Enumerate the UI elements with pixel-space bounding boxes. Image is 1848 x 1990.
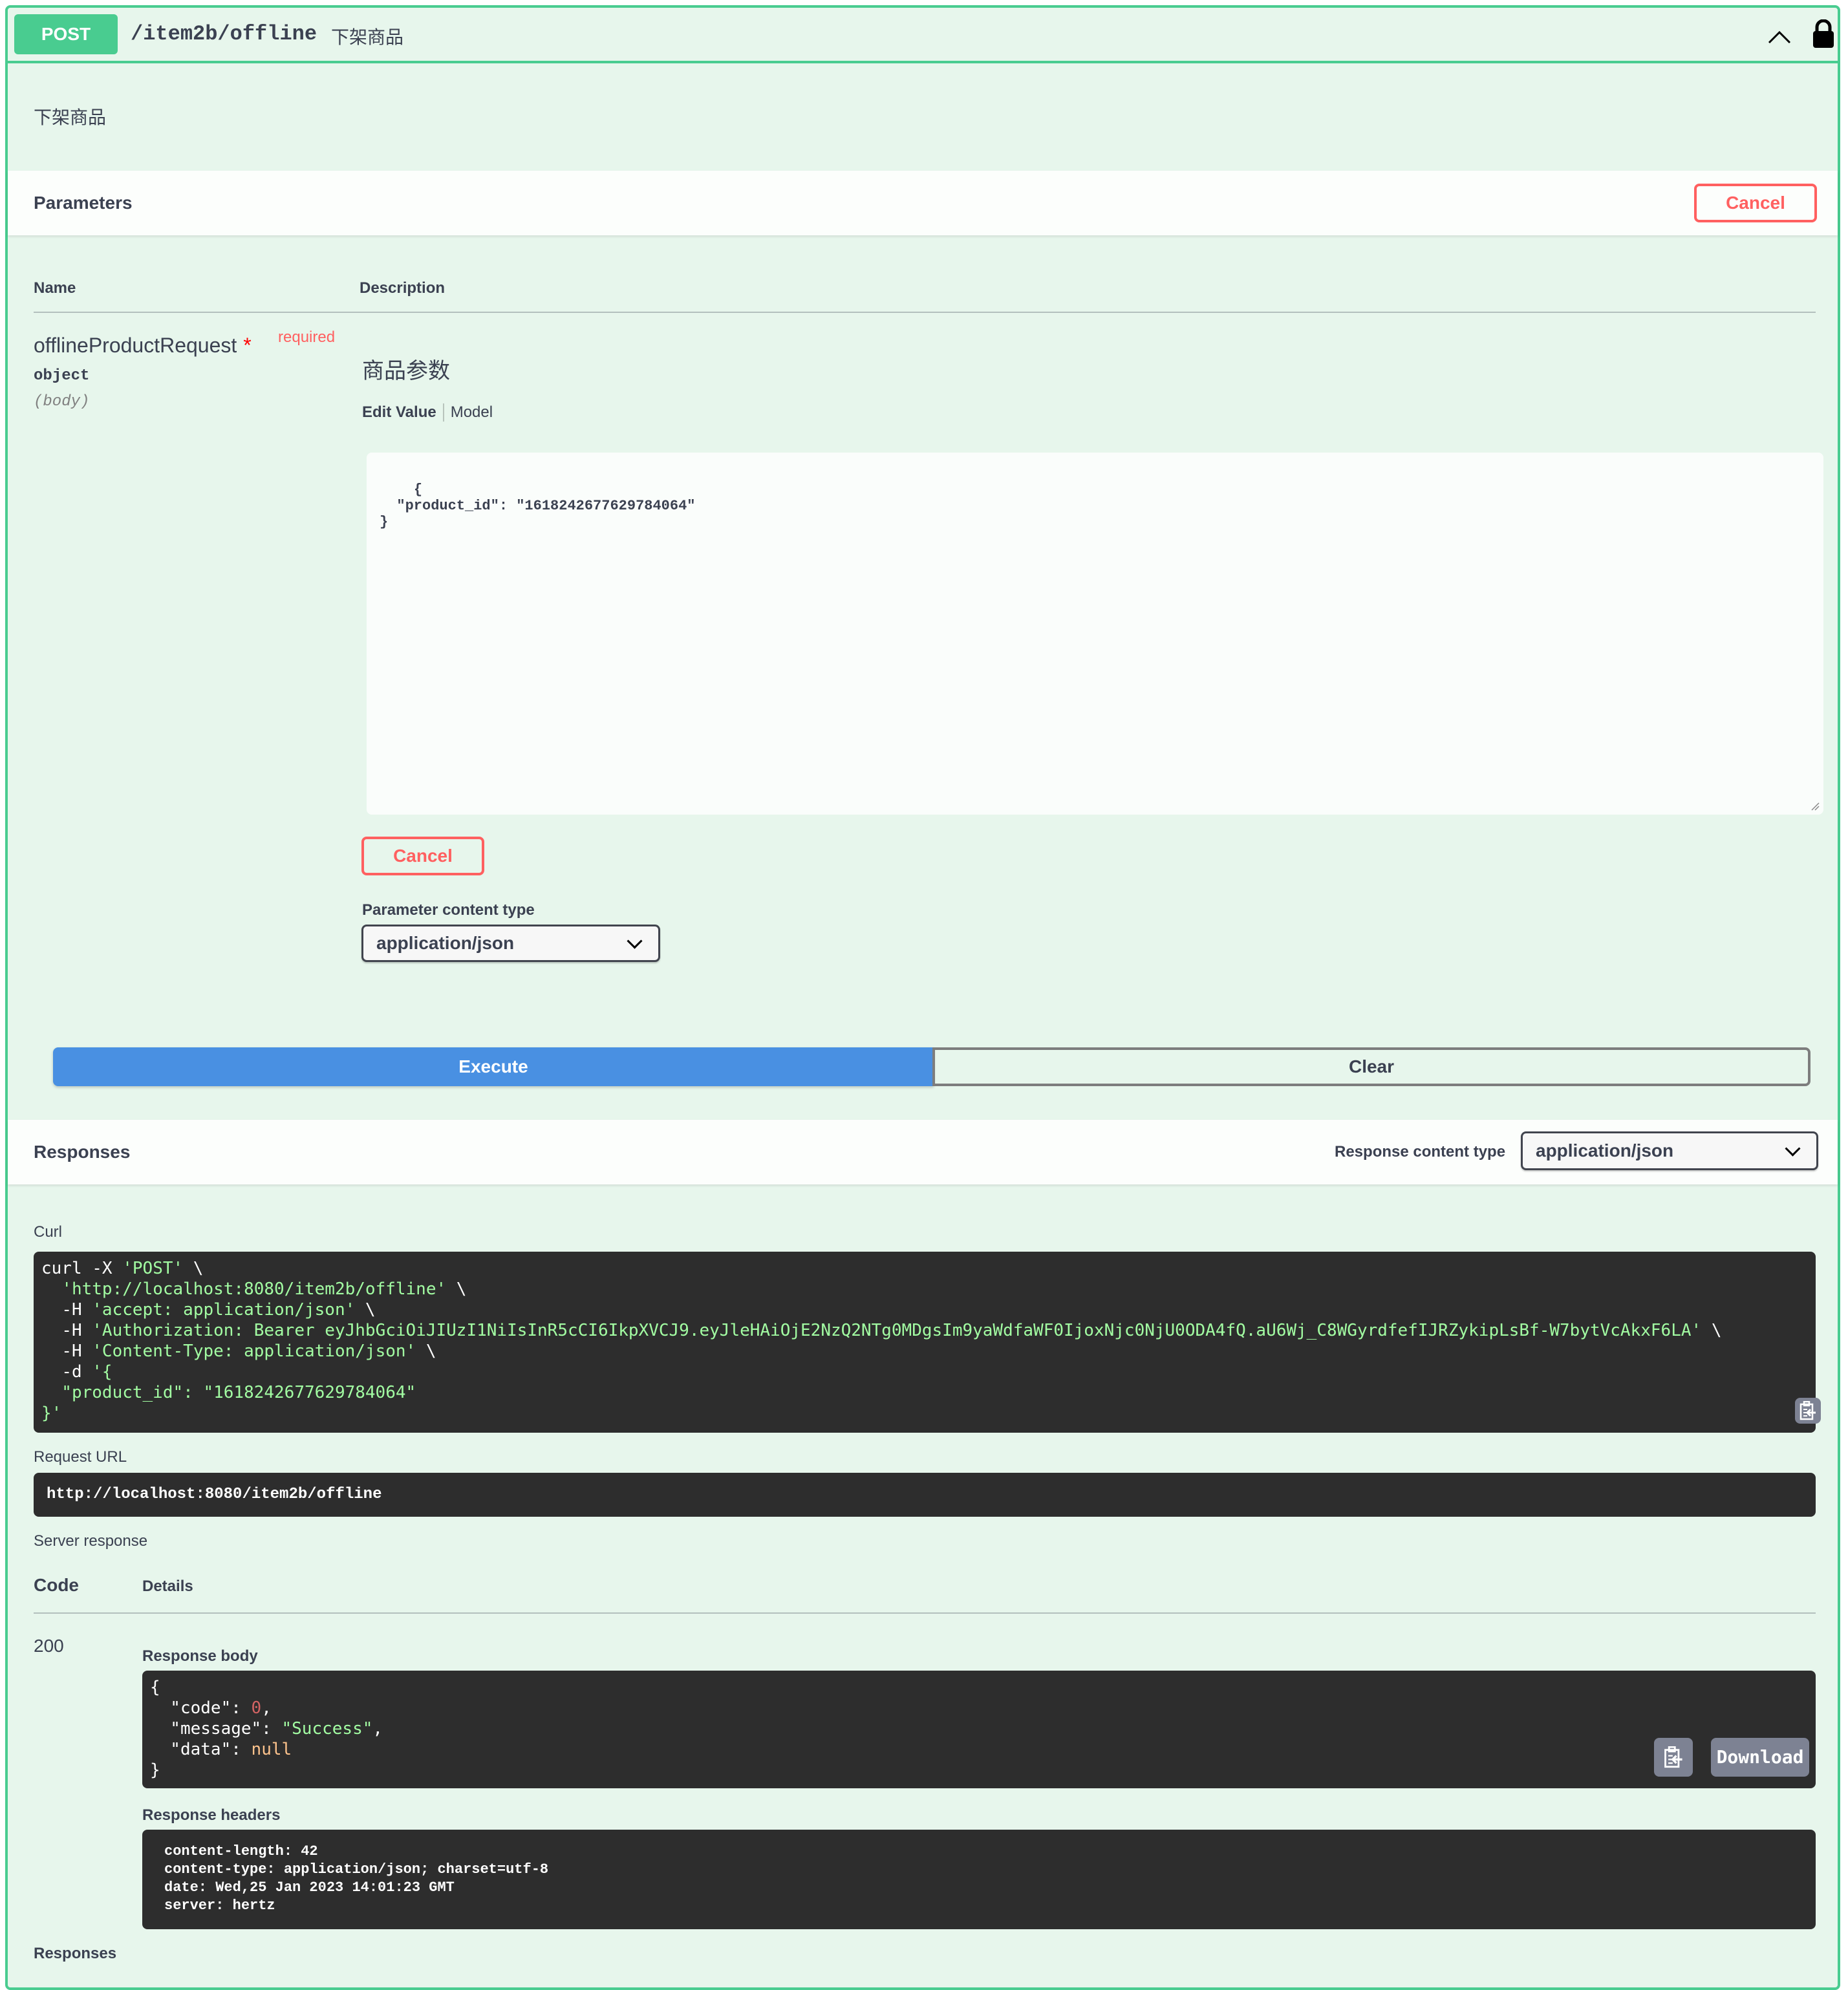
operation-summary-text: 下架商品 bbox=[331, 27, 404, 47]
curl-line: }' bbox=[41, 1404, 62, 1423]
curl-label: Curl bbox=[34, 1223, 63, 1241]
clipboard-icon bbox=[1664, 1746, 1682, 1768]
parameter-location: (body) bbox=[34, 393, 90, 411]
parameter-type: object bbox=[34, 367, 90, 385]
response-content-type-select[interactable]: application/json bbox=[1521, 1131, 1818, 1170]
response-content-type-label: Response content type bbox=[1335, 1143, 1506, 1161]
body-param-textarea[interactable]: { "product_id": "1618242677629784064" } bbox=[367, 453, 1823, 815]
details-column-header: Details bbox=[142, 1578, 193, 1595]
response-header-line: content-length: 42 bbox=[164, 1843, 318, 1859]
parameter-content-type-select[interactable]: application/json bbox=[361, 925, 660, 962]
json-line: "code": 0, bbox=[150, 1698, 272, 1718]
response-headers-label: Response headers bbox=[142, 1806, 281, 1824]
tab-model[interactable]: Model bbox=[444, 403, 499, 422]
chevron-up-icon[interactable] bbox=[1767, 23, 1792, 49]
response-body-block: { "code": 0, "message": "Success", "data… bbox=[142, 1671, 1816, 1788]
chevron-down-icon bbox=[627, 933, 643, 949]
response-body-label: Response body bbox=[142, 1647, 258, 1665]
chevron-down-icon bbox=[1785, 1140, 1801, 1157]
body-param-cancel-button[interactable]: Cancel bbox=[361, 837, 484, 875]
response-status-code: 200 bbox=[34, 1636, 64, 1656]
parameter-name-text: offlineProductRequest bbox=[34, 334, 237, 357]
response-table-divider bbox=[34, 1612, 1816, 1614]
clear-button[interactable]: Clear bbox=[932, 1047, 1810, 1086]
response-header-line: content-type: application/json; charset=… bbox=[164, 1861, 549, 1878]
json-line: "data": null bbox=[150, 1740, 292, 1759]
response-header-line: date: Wed,25 Jan 2023 14:01:23 GMT bbox=[164, 1879, 455, 1896]
copy-response-button[interactable] bbox=[1654, 1738, 1693, 1777]
body-param-value[interactable]: { "product_id": "1618242677629784064" } bbox=[380, 482, 695, 530]
curl-line: -d '{ bbox=[61, 1362, 113, 1382]
method-badge: POST bbox=[14, 14, 118, 54]
responses-footer-label: Responses bbox=[34, 1945, 117, 1962]
operation-summary[interactable]: POST /item2b/offline 下架商品 bbox=[8, 8, 1838, 63]
operation-description: 下架商品 bbox=[34, 107, 107, 127]
lock-icon[interactable] bbox=[1812, 19, 1835, 49]
parameters-divider bbox=[34, 312, 1816, 313]
server-response-label: Server response bbox=[34, 1532, 148, 1550]
parameter-name: offlineProductRequest * bbox=[34, 334, 252, 358]
parameter-description: 商品参数 bbox=[362, 359, 450, 383]
parameters-header: Parameters Cancel bbox=[8, 171, 1838, 235]
responses-title: Responses bbox=[34, 1142, 131, 1162]
json-line: { bbox=[150, 1678, 160, 1697]
request-url-block: http://localhost:8080/item2b/offline bbox=[34, 1473, 1816, 1517]
curl-line: curl -X 'POST' \ bbox=[41, 1259, 204, 1278]
parameters-title: Parameters bbox=[34, 193, 133, 213]
json-line: "message": "Success", bbox=[150, 1719, 383, 1739]
operation-block: POST /item2b/offline 下架商品 下架商品 Parameter… bbox=[5, 5, 1840, 1990]
resize-handle-icon[interactable] bbox=[1810, 802, 1820, 811]
parameter-content-type-label: Parameter content type bbox=[362, 901, 535, 919]
description-column-header: Description bbox=[360, 279, 446, 297]
execute-button[interactable]: Execute bbox=[53, 1047, 934, 1086]
body-tabs: Edit Value Model bbox=[362, 403, 499, 422]
required-label: required bbox=[278, 328, 336, 346]
json-line: } bbox=[150, 1760, 160, 1780]
response-content-type-value: application/json bbox=[1536, 1140, 1674, 1161]
name-column-header: Name bbox=[34, 279, 76, 297]
curl-line: -H 'Content-Type: application/json' \ bbox=[61, 1342, 436, 1361]
operation-path: /item2b/offline bbox=[131, 22, 317, 46]
try-out-cancel-button[interactable]: Cancel bbox=[1694, 184, 1817, 222]
responses-header: Responses Response content type applicat… bbox=[8, 1120, 1838, 1184]
response-headers-block: content-length: 42 content-type: applicat… bbox=[142, 1830, 1816, 1929]
curl-line: -H 'Authorization: Bearer eyJhbGciOiJIUz… bbox=[61, 1321, 1722, 1340]
code-column-header: Code bbox=[34, 1575, 79, 1595]
required-star: * bbox=[243, 334, 252, 357]
parameter-content-type-value: application/json bbox=[376, 933, 515, 953]
download-button[interactable]: Download bbox=[1711, 1738, 1809, 1777]
copy-curl-button[interactable] bbox=[1795, 1398, 1821, 1424]
curl-line: -H 'accept: application/json' \ bbox=[61, 1300, 376, 1320]
clipboard-icon bbox=[1800, 1401, 1816, 1420]
curl-line: 'http://localhost:8080/item2b/offline' \ bbox=[61, 1279, 467, 1299]
tab-edit-value[interactable]: Edit Value bbox=[362, 403, 444, 422]
request-url-label: Request URL bbox=[34, 1448, 127, 1466]
curl-line: "product_id": "1618242677629784064" bbox=[41, 1383, 416, 1402]
curl-block: curl -X 'POST' \ 'http://localhost:8080/… bbox=[34, 1252, 1821, 1433]
response-header-line: server: hertz bbox=[164, 1898, 275, 1914]
